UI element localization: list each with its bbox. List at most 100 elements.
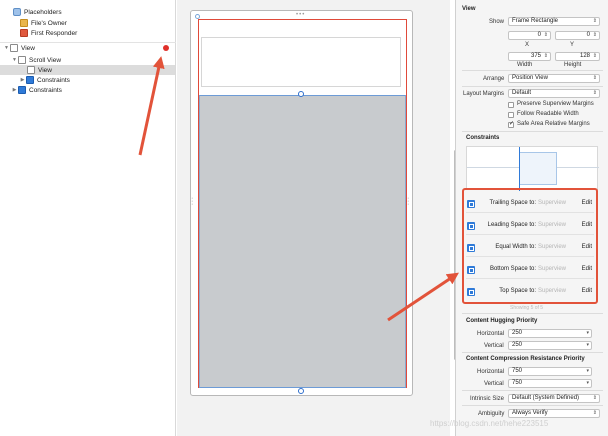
hugging-title: Content Hugging Priority: [466, 318, 538, 324]
diagram-view-box: [519, 152, 557, 185]
arrange-label: Arrange: [483, 76, 505, 82]
show-popup[interactable]: Frame Rectangle ⇕: [508, 17, 600, 26]
width-label: Width: [517, 62, 533, 68]
disclosure-triangle[interactable]: ▶: [11, 87, 18, 93]
ambiguity-label: Ambiguity: [478, 411, 505, 417]
intrinsic-size-popup[interactable]: Default (System Defined) ⇕: [508, 394, 600, 403]
hug-vertical-field[interactable]: 250 ▾: [508, 341, 592, 350]
outline-item-scroll-view[interactable]: ▼ Scroll View: [11, 55, 61, 65]
height-label: Height: [564, 62, 582, 68]
placeholder-icon: [13, 8, 21, 16]
view-controller-scene[interactable]: ••• · · · · · ·: [190, 10, 413, 396]
dropdown-arrow-icon[interactable]: ▾: [586, 368, 589, 375]
resize-handle-top[interactable]: [298, 91, 304, 97]
safe-area-checkbox[interactable]: [508, 120, 514, 128]
dropdown-arrow-icon[interactable]: ▾: [586, 380, 589, 387]
disclosure-triangle[interactable]: ▼: [3, 45, 10, 51]
divider: [462, 86, 603, 87]
x-value: 0: [537, 32, 541, 38]
stepper-icon[interactable]: ⇕: [544, 32, 548, 39]
popup-arrows-icon: ⇕: [592, 75, 597, 81]
outline-item-label: Constraints: [37, 76, 70, 84]
intrinsic-size-value: Default (System Defined): [512, 395, 580, 401]
x-field[interactable]: 0 ⇕: [508, 31, 551, 40]
height-value: 128: [579, 53, 590, 59]
popup-arrows-icon: ⇕: [592, 90, 597, 96]
section-view-title: View: [462, 6, 476, 12]
outline-item-label: View: [21, 44, 35, 52]
show-popup-value: Frame Rectangle: [512, 18, 559, 24]
comp-vertical-value: 750: [512, 380, 523, 386]
document-outline: Placeholders File's Owner First Responde…: [0, 0, 176, 436]
resize-handle-bottom[interactable]: [298, 388, 304, 394]
view-icon: [18, 56, 26, 64]
y-field[interactable]: 0 ⇕: [555, 31, 600, 40]
constraints-icon: [26, 76, 34, 84]
popup-arrows-icon: ⇕: [592, 410, 597, 416]
arrange-popup[interactable]: Position View ⇕: [508, 74, 600, 83]
gray-view[interactable]: [199, 95, 406, 387]
outline-item-label: First Responder: [31, 29, 78, 37]
outline-item-files-owner[interactable]: File's Owner: [13, 18, 67, 28]
outline-item-view[interactable]: ▼ View: [3, 43, 35, 53]
view-icon: [10, 44, 18, 52]
divider: [462, 313, 603, 314]
disclosure-triangle[interactable]: ▼: [11, 57, 18, 63]
comp-horizontal-field[interactable]: 750 ▾: [508, 367, 592, 376]
outline-item-first-responder[interactable]: First Responder: [13, 28, 77, 38]
outline-item-constraints[interactable]: ▶ Constraints: [11, 85, 62, 95]
hug-horizontal-value: 250: [512, 330, 523, 336]
view-icon: [27, 66, 35, 74]
disclosure-triangle[interactable]: ▶: [19, 77, 26, 83]
divider: [462, 352, 603, 353]
stepper-icon[interactable]: ⇕: [593, 32, 597, 39]
width-field[interactable]: 375 ⇕: [508, 52, 551, 61]
right-resize-dots[interactable]: · · ·: [407, 195, 409, 208]
constraints-title: Constraints: [466, 135, 500, 141]
ambiguity-popup[interactable]: Always Verify ⇕: [508, 409, 600, 418]
compression-title: Content Compression Resistance Priority: [466, 356, 585, 362]
stepper-icon[interactable]: ⇕: [544, 53, 548, 60]
dropdown-arrow-icon[interactable]: ▾: [586, 330, 589, 337]
layout-margins-popup[interactable]: Default ⇕: [508, 89, 600, 98]
width-value: 375: [530, 53, 541, 59]
outline-item-label: Scroll View: [29, 56, 62, 64]
safe-area-label: Safe Area Relative Margins: [517, 121, 590, 127]
layout-margins-label: Layout Margins: [463, 91, 505, 97]
comp-vertical-label: Vertical: [484, 381, 504, 387]
outline-item-label: Placeholders: [24, 8, 62, 16]
y-value: 0: [586, 32, 590, 38]
preserve-superview-checkbox[interactable]: [508, 102, 514, 108]
content-view[interactable]: [201, 37, 401, 87]
constraints-diagram: [466, 146, 599, 191]
divider: [462, 390, 603, 391]
outline-item-label: View: [38, 66, 52, 74]
height-field[interactable]: 128 ⇕: [555, 52, 600, 61]
left-resize-dots[interactable]: · · ·: [191, 195, 193, 208]
stepper-icon[interactable]: ⇕: [593, 53, 597, 60]
preserve-superview-label: Preserve Superview Margins: [517, 101, 594, 107]
outline-item-label: Constraints: [29, 86, 62, 94]
comp-vertical-field[interactable]: 750 ▾: [508, 379, 592, 388]
outline-item-label: File's Owner: [31, 19, 67, 27]
hug-vertical-value: 250: [512, 342, 523, 348]
dropdown-arrow-icon[interactable]: ▾: [586, 342, 589, 349]
outline-item-placeholders[interactable]: Placeholders: [6, 7, 62, 17]
divider: [462, 405, 603, 406]
divider: [462, 70, 603, 71]
divider: [462, 131, 603, 132]
hug-vertical-label: Vertical: [484, 343, 504, 349]
error-indicator-icon[interactable]: [163, 45, 169, 51]
comp-horizontal-label: Horizontal: [477, 369, 505, 375]
constraints-icon: [18, 86, 26, 94]
hug-horizontal-field[interactable]: 250 ▾: [508, 329, 592, 338]
interface-builder-canvas[interactable]: ••• · · · · · ·: [177, 0, 457, 436]
comp-horizontal-value: 750: [512, 368, 523, 374]
follow-readable-label: Follow Readable Width: [517, 111, 579, 117]
outline-item-inner-constraints[interactable]: ▶ Constraints: [19, 75, 70, 85]
outline-item-inner-view[interactable]: View: [0, 65, 175, 75]
popup-arrows-icon: ⇕: [592, 395, 597, 401]
watermark: https://blog.csdn.net/hehe223515: [430, 419, 549, 428]
y-label: Y: [570, 42, 575, 48]
follow-readable-checkbox[interactable]: [508, 112, 514, 118]
